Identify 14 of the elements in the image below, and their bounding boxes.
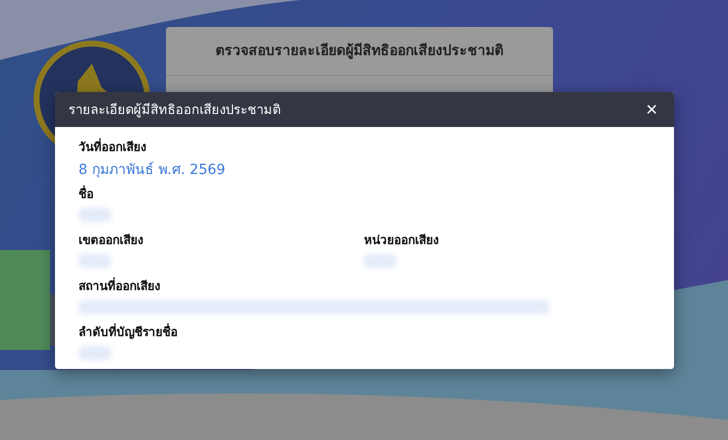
field-label: เขตออกเสียง: [78, 232, 144, 249]
field-label: สถานที่ออกเสียง: [78, 276, 162, 295]
blurred-value: [364, 254, 396, 268]
close-button[interactable]: ×: [644, 100, 660, 120]
dialog-title: รายละเอียดผู้มีสิทธิออกเสียงประชามติ: [68, 102, 280, 120]
field-label: ชื่อ: [78, 184, 94, 203]
page-title: ตรวจสอบรายละเอียดผู้มีสิทธิออกเสียงประชามติ: [214, 42, 504, 61]
field-label: ลำดับที่บัญชีรายชื่อ: [78, 322, 178, 341]
blurred-value: [78, 254, 110, 268]
field-label: วันที่ออกเสียง: [78, 137, 148, 156]
blurred-value: [78, 208, 110, 222]
blurred-value: [78, 346, 110, 360]
field-value: 8 กุมภาพันธ์ พ.ศ. 2569: [78, 160, 226, 180]
field-label: หน่วยออกเสียง: [364, 232, 440, 249]
